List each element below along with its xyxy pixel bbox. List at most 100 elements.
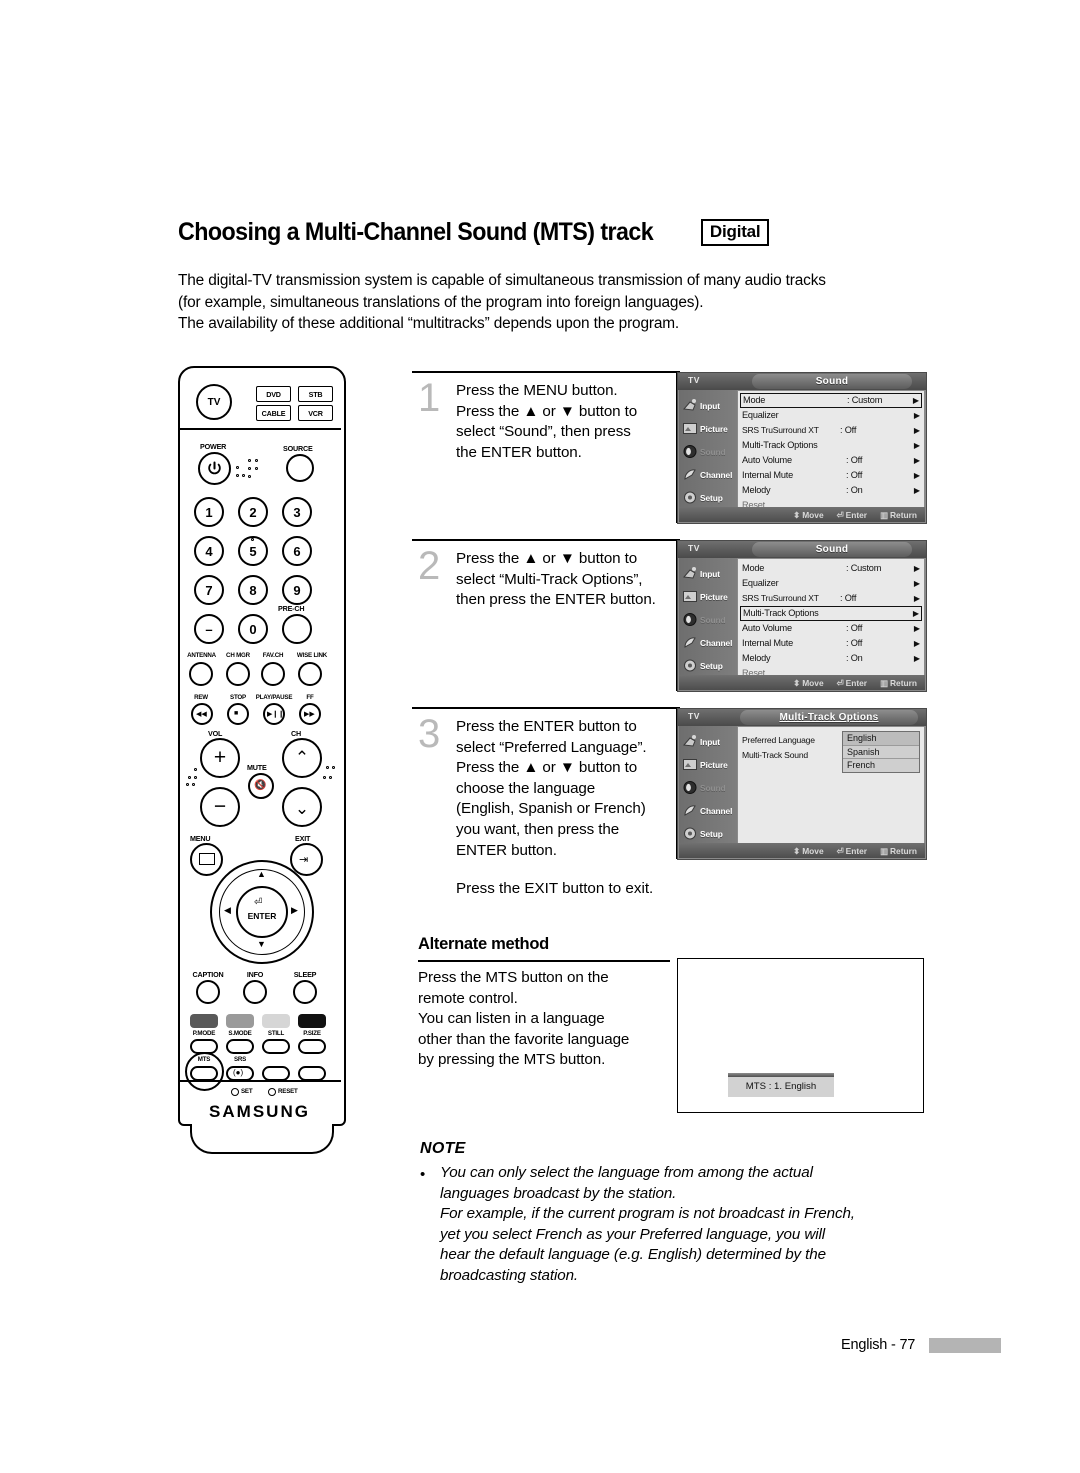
step-3-rule (412, 707, 680, 709)
osd3-sidebar-item-input[interactable]: Input (679, 730, 737, 753)
osd1-sidebar-label-picture: Picture (700, 423, 728, 434)
osd3-sidebar-item-setup[interactable]: Setup (679, 822, 737, 845)
osd2-tv-label: TV (688, 543, 700, 553)
osd2-row-multitrack[interactable]: Multi-Track Options ▶ (740, 606, 922, 621)
osd3-sidebar-item-channel[interactable]: Channel (679, 799, 737, 822)
unlabeled-button-2[interactable] (298, 1066, 326, 1081)
osd2-sidebar-label-input: Input (700, 568, 720, 579)
step-3-text: Press the ENTER button to select “Prefer… (456, 717, 692, 861)
osd1-row-mode[interactable]: Mode : Custom ▶ (740, 393, 922, 408)
osd2-row-internalmute[interactable]: Internal Mute : Off ▶ (742, 636, 920, 651)
number-4-label: 4 (205, 543, 213, 559)
alt-line-2: remote control. (418, 989, 518, 1007)
power-label: POWER (200, 442, 227, 451)
step-1-line-4: the ENTER button. (456, 443, 582, 461)
enter-key-icon: ⏎ (836, 509, 844, 520)
s-mode-button[interactable] (226, 1039, 254, 1054)
wise-link-button[interactable] (298, 662, 322, 686)
language-option-french[interactable]: French (843, 759, 919, 772)
menu-icon (199, 853, 215, 865)
osd1-row-melody[interactable]: Melody : On ▶ (742, 483, 920, 498)
p-mode-label: P.MODE (192, 1030, 216, 1037)
osd2-sidebar-item-picture[interactable]: Picture (679, 585, 737, 608)
power-icon (208, 461, 221, 475)
osd1-row-equalizer[interactable]: Equalizer ▶ (742, 408, 920, 423)
osd1-row-srs[interactable]: SRS TruSurround XT : Off ▶ (742, 423, 920, 438)
color-swatch-3[interactable] (262, 1014, 290, 1028)
p-size-button[interactable] (298, 1039, 326, 1054)
osd2-sidebar-item-input[interactable]: Input (679, 562, 737, 585)
pre-ch-button[interactable] (282, 614, 312, 644)
osd1-row-autovolume[interactable]: Auto Volume : Off ▶ (742, 453, 920, 468)
step-3-line-5: (English, Spanish or French) (456, 800, 646, 818)
osd2-sidebar-item-sound[interactable]: Sound (679, 608, 737, 631)
note-line-1: You can only select the language from am… (440, 1164, 813, 1181)
osd3-sidebar-item-picture[interactable]: Picture (679, 753, 737, 776)
osd2-sidebar-item-setup[interactable]: Setup (679, 654, 737, 677)
osd2-row-mode-value: : Custom (846, 563, 882, 574)
number-2-label: 2 (249, 504, 257, 520)
osd2-sidebar-item-channel[interactable]: Channel (679, 631, 737, 654)
nav-left-arrow-icon[interactable]: ◀ (224, 905, 231, 916)
ch-mgr-button[interactable] (226, 662, 250, 686)
dvd-mode-button[interactable]: DVD (256, 386, 291, 402)
picture-icon (682, 421, 698, 436)
osd1-sidebar-item-sound[interactable]: Sound (679, 440, 737, 463)
vcr-mode-button[interactable]: VCR (298, 405, 333, 421)
alt-line-4: other than the favorite language (418, 1030, 630, 1048)
osd1-row-multitrack[interactable]: Multi-Track Options ▶ (742, 438, 920, 453)
color-swatch-4[interactable] (298, 1014, 326, 1028)
stop-icon: ■ (234, 710, 239, 717)
osd1-sidebar-item-picture[interactable]: Picture (679, 417, 737, 440)
osd3-row-multitrack-sound-key: Multi-Track Sound (742, 750, 809, 761)
p-size-label: P.SIZE (303, 1030, 321, 1037)
osd2-sidebar: Input Picture Sound Channel Setup (679, 558, 737, 690)
info-button[interactable] (243, 980, 267, 1004)
wise-link-label: WISE LINK (296, 652, 328, 659)
osd2-row-equalizer[interactable]: Equalizer ▶ (742, 576, 920, 591)
osd2-row-melody-value: : On (846, 653, 863, 664)
osd2-row-autovolume-value: : Off (846, 623, 863, 634)
osd2-return-hint: ▥ Return (880, 677, 917, 688)
step-3-line-3: Press the ▲ or ▼ button to (456, 759, 638, 777)
nav-right-arrow-icon[interactable]: ▶ (291, 905, 298, 916)
osd1-row-autovolume-key: Auto Volume (742, 455, 792, 466)
stb-mode-button[interactable]: STB (298, 386, 333, 402)
osd2-row-srs[interactable]: SRS TruSurround XT : Off ▶ (742, 591, 920, 606)
language-option-spanish[interactable]: Spanish (843, 746, 919, 759)
channel-icon (682, 635, 698, 650)
color-swatch-2[interactable] (226, 1014, 254, 1028)
page-footer: English - 77 (841, 1337, 1002, 1353)
osd1-row-internalmute[interactable]: Internal Mute : Off ▶ (742, 468, 920, 483)
nav-up-arrow-icon[interactable]: ▲ (257, 869, 266, 879)
language-option-list[interactable]: English Spanish French (842, 731, 920, 773)
reset-button[interactable] (268, 1088, 276, 1096)
osd1-sidebar-label-channel: Channel (700, 469, 733, 480)
osd2-row-autovolume[interactable]: Auto Volume : Off ▶ (742, 621, 920, 636)
osd3-sidebar-item-sound[interactable]: Sound (679, 776, 737, 799)
remote-control-illustration: TV DVD STB CABLE VCR POWER SOURCE 1 2 3 … (178, 366, 350, 1156)
osd2-move-hint: ⬍ Move (793, 677, 824, 688)
osd3-sidebar-label-picture: Picture (700, 759, 728, 770)
play-pause-label: PLAY/PAUSE (255, 694, 293, 701)
osd2-row-mode[interactable]: Mode : Custom ▶ (742, 561, 920, 576)
nav-down-arrow-icon[interactable]: ▼ (257, 939, 266, 949)
unlabeled-button-1[interactable] (262, 1066, 290, 1081)
caption-button[interactable] (196, 980, 220, 1004)
antenna-button[interactable] (189, 662, 213, 686)
source-button[interactable] (286, 454, 314, 482)
step-1-rule (412, 371, 680, 373)
language-option-english[interactable]: English (843, 732, 919, 746)
still-button[interactable] (262, 1039, 290, 1054)
osd2-row-melody[interactable]: Melody : On ▶ (742, 651, 920, 666)
sleep-button[interactable] (293, 980, 317, 1004)
cable-mode-button[interactable]: CABLE (256, 405, 291, 421)
osd2-row-internalmute-arrow: ▶ (913, 638, 920, 648)
fav-ch-button[interactable] (261, 662, 285, 686)
osd1-sidebar-item-input[interactable]: Input (679, 394, 737, 417)
color-swatch-1[interactable] (190, 1014, 218, 1028)
set-button[interactable] (231, 1088, 239, 1096)
osd1-sidebar-item-channel[interactable]: Channel (679, 463, 737, 486)
mts-button[interactable] (190, 1066, 218, 1081)
osd1-sidebar-item-setup[interactable]: Setup (679, 486, 737, 509)
